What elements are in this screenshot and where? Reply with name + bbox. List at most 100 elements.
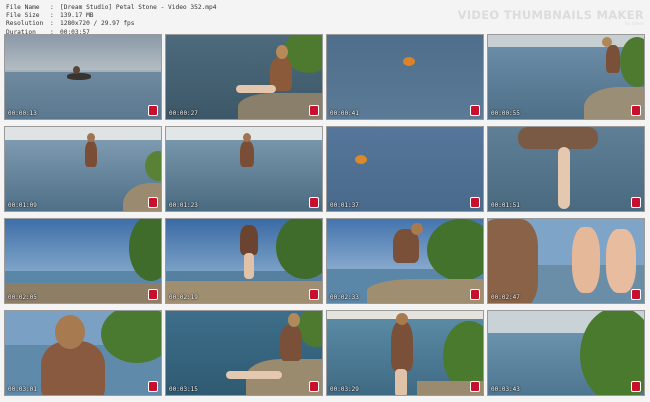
resolution-row: Resolution : 1280x720 / 29.97 fps [6,20,216,28]
file-size-value: 139.17 MB [60,12,94,20]
timestamp: 00:03:43 [491,386,520,393]
studio-logo-icon [309,381,319,392]
file-name-key: File Name [6,4,40,11]
person-figure [280,325,302,361]
timestamp: 00:00:55 [491,110,520,117]
timestamp: 00:00:27 [169,110,198,117]
studio-logo-icon [631,289,641,300]
person-head [411,223,423,235]
sky [5,35,161,71]
studio-logo-icon [309,197,319,208]
timestamp: 00:00:41 [330,110,359,117]
person-head [243,133,251,142]
watermark-subtitle: by iDeer [624,22,644,27]
studio-logo-icon [148,197,158,208]
watermark: VIDEO THUMBNAILS MAKER by iDeer [458,8,644,27]
studio-logo-icon [470,289,480,300]
separator: : [50,4,54,11]
person-head [55,315,85,349]
person-head [87,133,95,142]
water [327,35,483,119]
studio-logo-icon [148,381,158,392]
sky [488,35,644,47]
studio-logo-icon [470,197,480,208]
watermark-title: VIDEO THUMBNAILS MAKER [457,8,644,22]
file-name-value: [Dream Studio] Petal Stone - Video 352.m… [60,4,217,11]
thumbnail[interactable]: 00:01:51 [487,126,645,212]
thumbnail[interactable]: 00:00:13 [4,34,162,120]
studio-logo-icon [148,105,158,116]
resolution-value: 1280x720 / 29.97 fps [60,20,135,28]
studio-logo-icon [631,381,641,392]
file-size-row: File Size : 139.17 MB [6,12,216,20]
thumbnail[interactable]: 00:03:43 [487,310,645,396]
person-figure [41,341,105,395]
shore [367,279,483,303]
studio-logo-icon [631,197,641,208]
thumbnail[interactable]: 00:02:05 [4,218,162,304]
person-head [276,45,288,59]
separator: : [50,20,54,28]
timestamp: 00:02:19 [169,294,198,301]
horizon-line [5,70,161,73]
separator: : [50,12,54,20]
thumbnail[interactable]: 00:01:23 [165,126,323,212]
sky [5,127,161,141]
thumbnail[interactable]: 00:03:01 [4,310,162,396]
studio-logo-icon [309,289,319,300]
petal-object [403,57,415,66]
studio-logo-icon [470,105,480,116]
thumbnail[interactable]: 00:00:41 [326,34,484,120]
file-info-header: File Name : [Dream Studio] Petal Stone -… [6,4,216,37]
timestamp: 00:01:23 [169,202,198,209]
person-head [288,313,300,327]
person-feet [572,227,600,293]
water [327,127,483,211]
timestamp: 00:02:33 [330,294,359,301]
timestamp: 00:01:37 [330,202,359,209]
studio-logo-icon [148,289,158,300]
thumbnail[interactable]: 00:02:47 [487,218,645,304]
person-figure [240,225,258,255]
person-legs [558,147,570,209]
studio-logo-icon [309,105,319,116]
person-figure [391,321,413,371]
thumbnail[interactable]: 00:02:19 [165,218,323,304]
person-legs [226,371,282,379]
thumbnail[interactable]: 00:03:29 [326,310,484,396]
person-figure [240,141,254,167]
studio-logo-icon [631,105,641,116]
thumbnail[interactable]: 00:01:09 [4,126,162,212]
timestamp: 00:02:05 [8,294,37,301]
person-head [396,313,408,325]
timestamp: 00:01:51 [491,202,520,209]
person-feet [606,229,636,293]
person-figure [85,141,97,167]
timestamp: 00:01:09 [8,202,37,209]
person-figure [606,45,620,73]
foliage [488,219,538,303]
petal-object [355,155,367,164]
thumbnail[interactable]: 00:03:15 [165,310,323,396]
person-legs [395,369,407,395]
thumbnail[interactable]: 00:02:33 [326,218,484,304]
thumbnail[interactable]: 00:00:55 [487,34,645,120]
timestamp: 00:03:15 [169,386,198,393]
timestamp: 00:00:13 [8,110,37,117]
timestamp: 00:02:47 [491,294,520,301]
file-size-key: File Size [6,12,40,20]
person-figure [67,73,91,80]
thumbnail-grid: 00:00:13 00:00:27 00:00:41 00:00:55 00:0… [4,34,646,398]
person-head [602,37,612,47]
thumbnail[interactable]: 00:01:37 [326,126,484,212]
timestamp: 00:03:29 [330,386,359,393]
person-legs [236,85,276,93]
resolution-key: Resolution [6,20,44,28]
person-legs [244,253,254,279]
timestamp: 00:03:01 [8,386,37,393]
file-name-row: File Name : [Dream Studio] Petal Stone -… [6,4,216,12]
studio-logo-icon [470,381,480,392]
person-head [73,66,80,74]
thumbnail[interactable]: 00:00:27 [165,34,323,120]
person-figure [518,127,598,149]
